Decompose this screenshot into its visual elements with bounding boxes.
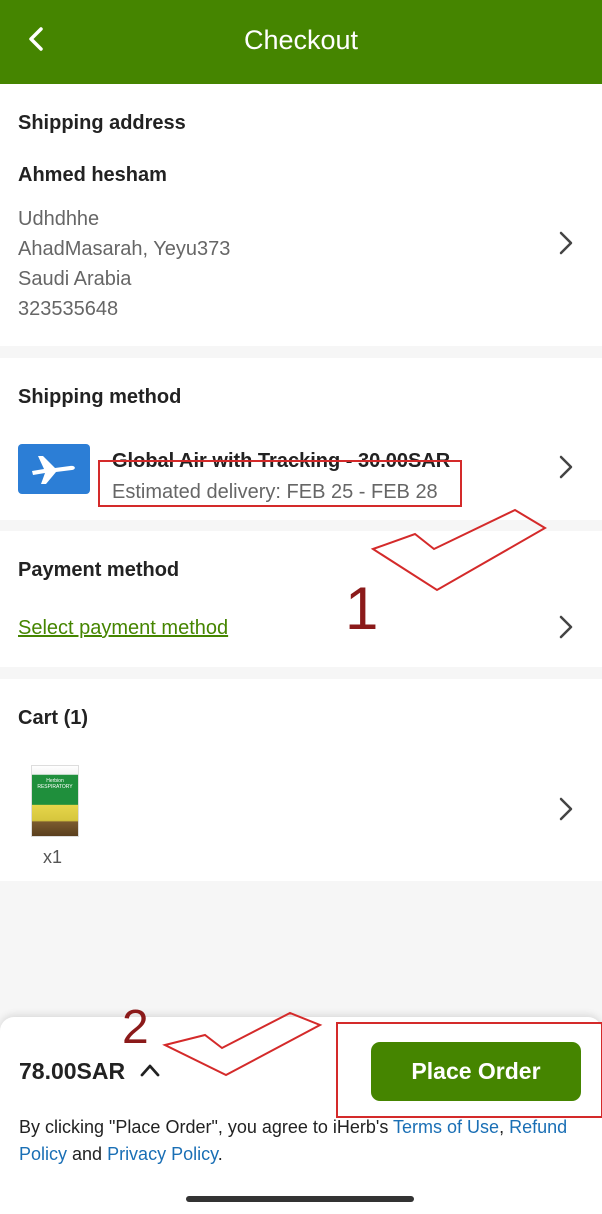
shipping-method-name: Global Air with Tracking - 30.00SAR — [112, 450, 451, 472]
terms-prefix: By clicking "Place Order", you agree to … — [19, 1117, 394, 1137]
payment-method-title: Payment method — [18, 559, 180, 581]
chevron-right-icon — [559, 615, 573, 639]
page-title: Checkout — [243, 25, 359, 55]
place-order-button[interactable]: Place Order — [371, 1042, 581, 1101]
product-quantity: x1 — [43, 847, 63, 867]
chevron-right-icon — [559, 455, 573, 479]
shipping-address-card[interactable]: Shipping address Ahmed hesham Udhdhhe Ah… — [0, 84, 602, 346]
address-line-1: Udhdhhe — [18, 208, 100, 230]
terms-and: and — [67, 1144, 108, 1164]
order-total: 78.00SAR — [19, 1058, 126, 1084]
shipping-address-title: Shipping address — [18, 112, 186, 134]
shipping-method-card[interactable]: Shipping method Global Air with Tracking… — [0, 358, 602, 520]
terms-period: . — [217, 1144, 223, 1164]
app-header: Checkout — [0, 0, 602, 84]
terms-comma: , — [499, 1117, 510, 1137]
privacy-policy-link[interactable]: Privacy Policy — [107, 1144, 218, 1164]
chevron-right-icon — [559, 797, 573, 821]
chevron-up-icon[interactable] — [139, 1061, 161, 1079]
airplane-icon — [18, 444, 90, 494]
recipient-name: Ahmed hesham — [18, 164, 167, 186]
estimated-delivery: Estimated delivery: FEB 25 - FEB 28 — [112, 481, 438, 503]
checkout-footer: 78.00SAR Place Order By clicking "Place … — [0, 1017, 602, 1214]
cart-card[interactable]: Cart (1) Herbion RESPIRATORY x1 — [0, 679, 602, 881]
chevron-right-icon — [559, 231, 573, 255]
terms-notice: By clicking "Place Order", you agree to … — [19, 1114, 589, 1168]
product-thumbnail[interactable]: Herbion RESPIRATORY — [31, 765, 79, 837]
address-phone: 323535648 — [18, 298, 119, 320]
annotation-number-1: 1 — [345, 575, 379, 642]
payment-method-card[interactable]: Payment method Select payment method — [0, 531, 602, 667]
terms-of-use-link[interactable]: Terms of Use — [393, 1117, 499, 1137]
shipping-method-title: Shipping method — [18, 386, 182, 408]
address-country: Saudi Arabia — [18, 268, 132, 290]
annotation-number-2: 2 — [122, 1001, 149, 1054]
home-indicator — [186, 1196, 414, 1202]
product-image-text: Herbion RESPIRATORY — [37, 778, 73, 790]
address-line-2: AhadMasarah, Yeyu373 — [18, 238, 231, 260]
cart-title: Cart (1) — [18, 707, 89, 729]
select-payment-link[interactable]: Select payment method — [18, 617, 228, 640]
